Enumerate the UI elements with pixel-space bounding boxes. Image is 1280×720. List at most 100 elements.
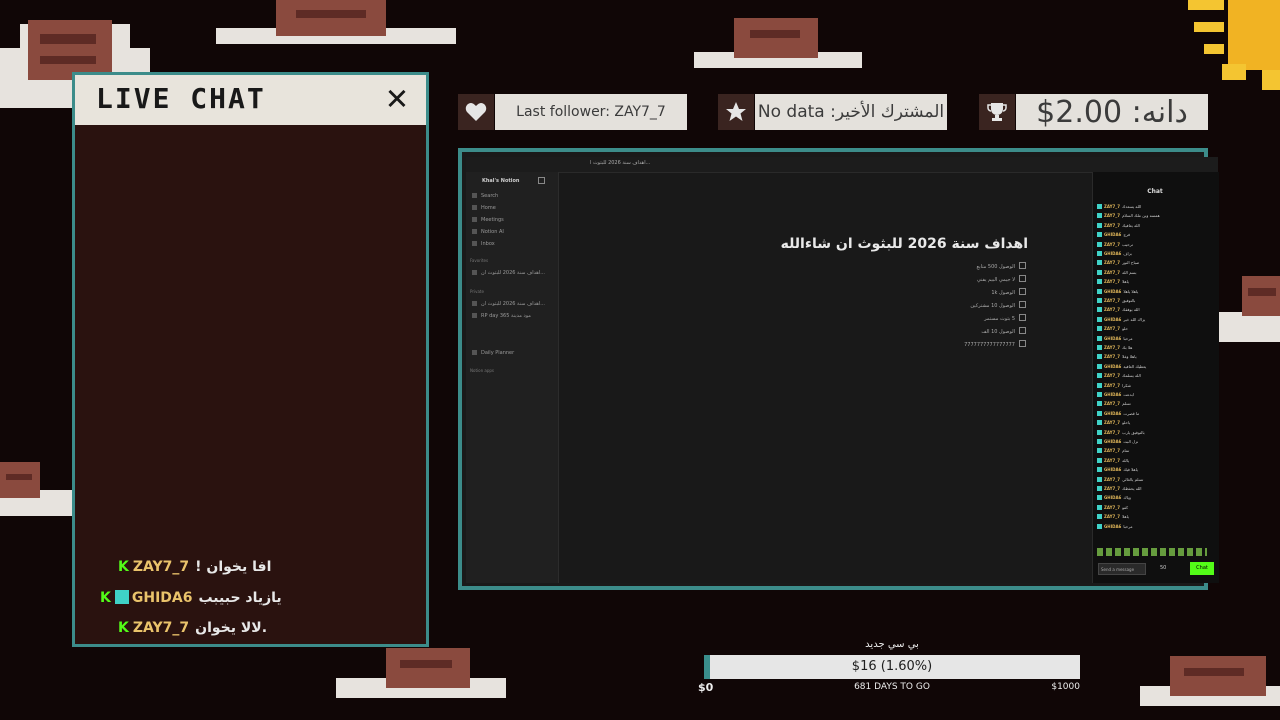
twitch-chat-username: ZAY7_7	[1104, 476, 1121, 482]
checkbox-icon[interactable]	[1019, 327, 1026, 334]
sidebar-item-notion-ai[interactable]: Notion AI	[472, 229, 504, 235]
checklist-item[interactable]: الوصول 10 الف	[981, 327, 1026, 335]
checklist-item[interactable]: الوصول 500 متابع	[977, 262, 1026, 270]
sidebar-favorite-page[interactable]: اهداف سنة 2026 للبثوث ان...	[472, 270, 545, 276]
channel-points[interactable]: 50	[1160, 565, 1166, 571]
checklist-item[interactable]: الوصول 1k	[991, 288, 1026, 296]
badge-icon	[1097, 288, 1102, 294]
badge-icon	[1097, 467, 1102, 473]
goal-title: بي سي جديد	[865, 639, 919, 650]
twitch-chat-line: ZAY7_7 تسلم يالغالي	[1097, 476, 1144, 482]
twitch-chat-text: مرحبا	[1123, 523, 1133, 529]
workspace-name[interactable]: Khal's Notion	[482, 178, 520, 184]
badge-icon	[1097, 382, 1102, 388]
twitch-chat-line: ZAY7_7 صباح النور	[1097, 260, 1139, 266]
twitch-chat-text: بالتوفيق يارب	[1122, 429, 1145, 435]
twitch-chat-username: ZAY7_7	[1104, 269, 1121, 275]
live-chat-title: LIVE CHAT	[96, 82, 266, 115]
twitch-chat-line: ZAY7_7 الله يوفقك	[1097, 307, 1140, 313]
twitch-chat-text: الله يعافيك	[1122, 222, 1140, 228]
app-title-bar	[466, 157, 1218, 173]
twitch-chat-username: ZAY7_7	[1104, 382, 1121, 388]
checklist-item[interactable]: الوصول 10 مشتركين	[970, 301, 1026, 309]
badge-icon	[1097, 363, 1102, 369]
twitch-chat-text: تسلم يالغالي	[1122, 476, 1144, 482]
twitch-chat-username: ZAY7_7	[1104, 448, 1121, 454]
twitch-chat-text: ياهلا	[1122, 279, 1129, 285]
sidebar-footer: Notion apps	[470, 368, 494, 373]
badge-icon	[1097, 429, 1102, 435]
sidebar-private-page[interactable]: Daily Planner	[472, 350, 514, 356]
checklist-item[interactable]: لا جيمي البيم يفني	[977, 275, 1026, 283]
checkbox-icon[interactable]	[1019, 275, 1026, 282]
browser-tab[interactable]: اهداف سنة 2026 للبثوث ا...	[590, 160, 650, 166]
twitch-chat-username: ZAY7_7	[1104, 260, 1121, 266]
badge-icon	[1097, 260, 1102, 266]
twitch-chat-line: GHIDA6 نزل البث	[1097, 439, 1138, 444]
twitch-chat-line: ZAY7_7 همسه وين ملك السلام	[1097, 213, 1160, 219]
sidebar-item-meetings[interactable]: Meetings	[472, 217, 504, 223]
badge-icon	[1097, 298, 1102, 303]
twitch-chat-line: GHIDA6 ابدعت	[1097, 392, 1134, 397]
twitch-chat-username: GHIDA6	[1104, 316, 1122, 322]
twitch-chat-username: ZAY7_7	[1104, 204, 1121, 209]
twitch-chat-line: ZAY7_7 كفو	[1097, 504, 1128, 510]
badge-icon	[1097, 486, 1102, 491]
twitch-chat-username: GHIDA6	[1104, 363, 1122, 369]
chat-username: GHIDA6	[131, 590, 193, 606]
twitch-chat-username: ZAY7_7	[1104, 307, 1121, 313]
twitch-chat-send-button[interactable]: Chat	[1190, 562, 1214, 575]
twitch-chat-username: ZAY7_7	[1104, 373, 1121, 379]
checkbox-icon[interactable]	[1019, 314, 1026, 321]
twitch-chat-line: GHIDA6 بزاف	[1097, 251, 1132, 256]
twitch-chat-line: ZAY7_7 هلا بك	[1097, 345, 1132, 350]
twitch-chat-line: GHIDA6 ما قصرت	[1097, 410, 1139, 416]
badge-icon	[1097, 241, 1102, 247]
twitch-chat-username: ZAY7_7	[1104, 354, 1121, 360]
badge-icon	[1097, 410, 1102, 416]
last-follower-box: Last follower: ZAY7_7	[495, 94, 687, 130]
sidebar-private-page[interactable]: اهداف سنة 2026 للبثوث ان...	[472, 301, 545, 307]
badge-icon	[1097, 307, 1102, 313]
checkbox-icon[interactable]	[1019, 288, 1026, 295]
discord-badge-icon	[114, 590, 129, 604]
private-header: Private	[470, 289, 484, 294]
twitch-chat-line: GHIDA6 مرحبا	[1097, 523, 1133, 529]
sidebar-private-page[interactable]: RP day 365 مود مدينة	[472, 313, 531, 319]
twitch-chat-username: ZAY7_7	[1104, 326, 1121, 332]
checkbox-icon[interactable]	[1019, 340, 1026, 347]
badge-icon	[1097, 523, 1102, 529]
twitch-chat-line: ZAY7_7 تمام	[1097, 448, 1129, 454]
twitch-chat-input[interactable]: Send a message	[1098, 563, 1146, 575]
twitch-chat-text: بسم الله	[1122, 269, 1137, 275]
star-icon	[718, 94, 754, 130]
sidebar-item-home[interactable]: Home	[472, 205, 496, 211]
twitch-chat-text: الله يحفظك	[1122, 486, 1142, 491]
trophy-icon	[979, 94, 1015, 130]
new-page-icon[interactable]	[538, 177, 545, 184]
twitch-chat-username: ZAY7_7	[1104, 298, 1121, 303]
twitch-chat-username: ZAY7_7	[1104, 213, 1121, 219]
document-title: اهداف سنة 2026 للبثوث ان شاءالله	[780, 236, 1028, 252]
kick-badge-icon: K	[118, 620, 129, 636]
checkbox-icon[interactable]	[1019, 262, 1026, 269]
checkbox-icon[interactable]	[1019, 301, 1026, 308]
sidebar-item-search[interactable]: Search	[472, 193, 498, 199]
twitch-chat-username: ZAY7_7	[1104, 401, 1121, 407]
twitch-chat-text: يالله	[1122, 457, 1130, 463]
badge-icon	[1097, 222, 1102, 228]
chat-message-text: لالا يخوان.	[195, 620, 268, 636]
checklist-item[interactable]: 5 بثوث مستمر	[984, 314, 1026, 322]
twitch-chat-text: تسلم	[1122, 401, 1131, 407]
twitch-chat-line: GHIDA6 فرج	[1097, 232, 1130, 238]
badge-icon	[1097, 232, 1102, 238]
badge-icon	[1097, 476, 1102, 482]
twitch-chat-username: GHIDA6	[1104, 495, 1122, 501]
badge-icon	[1097, 269, 1102, 275]
close-icon[interactable]: ✕	[380, 80, 414, 116]
checklist-item[interactable]: 7777777777777777	[964, 340, 1026, 348]
sidebar-item-inbox[interactable]: Inbox	[472, 241, 495, 247]
twitch-chat-line: ZAY7_7 ياهلا وغلا	[1097, 354, 1137, 360]
badge-icon	[1097, 279, 1102, 285]
twitch-chat-line: GHIDA6 وياك	[1097, 495, 1131, 501]
